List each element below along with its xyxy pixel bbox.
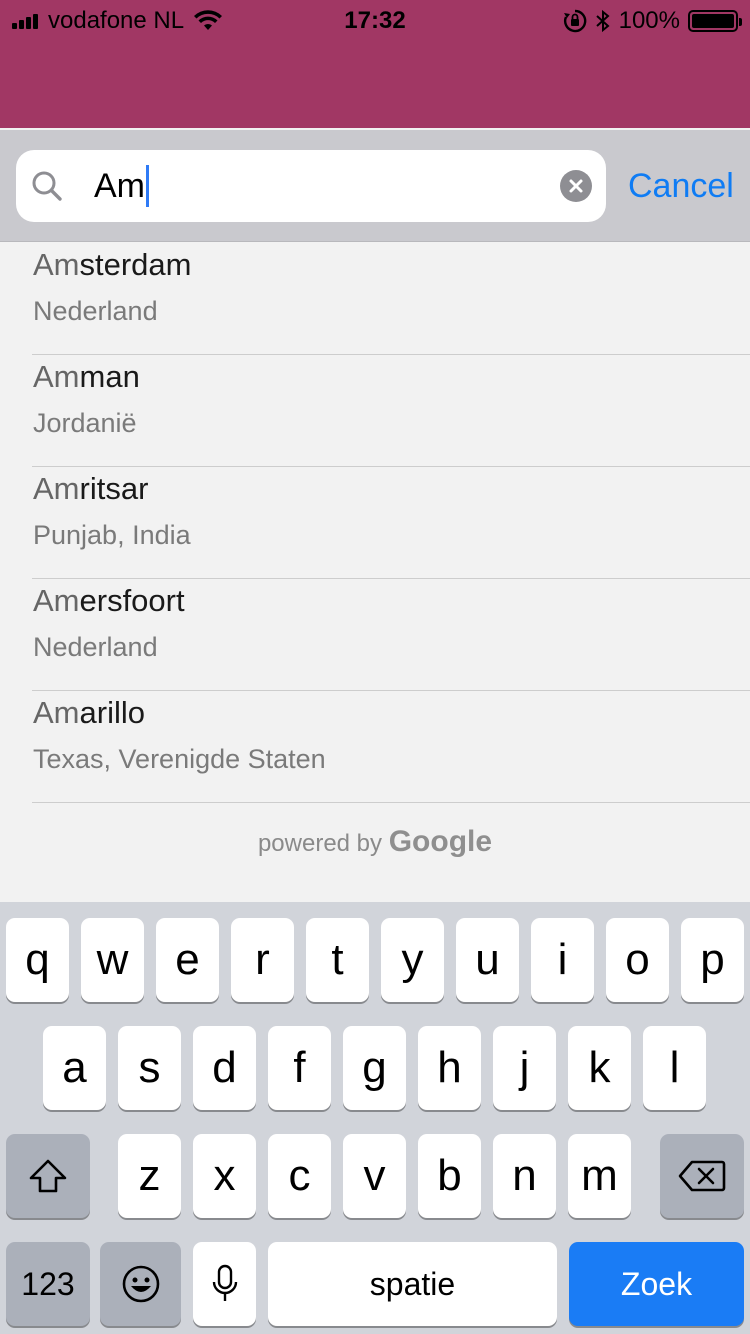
result-subtitle: Texas, Verenigde Staten	[33, 744, 326, 774]
emoji-key[interactable]	[100, 1242, 181, 1326]
key-u[interactable]: u	[456, 918, 519, 1002]
key-w[interactable]: w	[81, 918, 144, 1002]
key-i[interactable]: i	[531, 918, 594, 1002]
dictation-key[interactable]	[193, 1242, 256, 1326]
key-z[interactable]: z	[118, 1134, 181, 1218]
result-subtitle: Nederland	[33, 296, 158, 326]
key-f[interactable]: f	[268, 1026, 331, 1110]
bluetooth-icon	[595, 9, 610, 33]
google-logo: Google	[388, 825, 493, 858]
search-query-text: Am	[94, 167, 145, 205]
backspace-icon	[678, 1160, 726, 1192]
search-return-key[interactable]: Zoek	[569, 1242, 744, 1326]
key-c[interactable]: c	[268, 1134, 331, 1218]
search-icon	[32, 171, 62, 201]
shift-key[interactable]	[6, 1134, 90, 1218]
space-key[interactable]: spatie	[268, 1242, 557, 1326]
key-v[interactable]: v	[343, 1134, 406, 1218]
carrier-label: vodafone NL	[48, 7, 185, 34]
emoji-icon	[122, 1265, 159, 1303]
search-bar: Am Cancel	[0, 130, 750, 242]
result-title: Amsterdam	[33, 247, 192, 282]
wifi-icon	[194, 10, 223, 30]
numbers-key[interactable]: 123	[6, 1242, 90, 1326]
key-r[interactable]: r	[231, 918, 294, 1002]
key-o[interactable]: o	[606, 918, 669, 1002]
result-title: Amersfoort	[33, 583, 185, 618]
results-list: Amsterdam Nederland Amman Jordanië Amrit…	[0, 243, 750, 803]
list-item[interactable]: Amman Jordanië	[32, 355, 750, 467]
key-l[interactable]: l	[643, 1026, 706, 1110]
search-input[interactable]: Am	[16, 150, 606, 222]
result-subtitle: Punjab, India	[33, 520, 191, 550]
result-title: Amman	[33, 359, 140, 394]
key-h[interactable]: h	[418, 1026, 481, 1110]
microphone-icon	[212, 1264, 237, 1301]
key-q[interactable]: q	[6, 918, 69, 1002]
key-t[interactable]: t	[306, 918, 369, 1002]
shift-icon	[29, 1159, 67, 1193]
backspace-key[interactable]	[660, 1134, 744, 1218]
orientation-lock-icon	[563, 9, 586, 33]
key-m[interactable]: m	[568, 1134, 631, 1218]
key-k[interactable]: k	[568, 1026, 631, 1110]
keyboard: q w e r t y u i o p a s d f g h j k l z …	[0, 902, 750, 1334]
clear-icon	[569, 179, 583, 193]
key-y[interactable]: y	[381, 918, 444, 1002]
key-a[interactable]: a	[43, 1026, 106, 1110]
status-bar: vodafone NL 17:32 100%	[0, 0, 750, 42]
google-attribution: powered by Google	[0, 822, 750, 864]
clear-search-button[interactable]	[560, 170, 592, 202]
battery-percent: 100%	[618, 7, 680, 34]
list-item[interactable]: Amersfoort Nederland	[32, 579, 750, 691]
list-item[interactable]: Amsterdam Nederland	[32, 243, 750, 355]
key-p[interactable]: p	[681, 918, 744, 1002]
key-s[interactable]: s	[118, 1026, 181, 1110]
list-item[interactable]: Amarillo Texas, Verenigde Staten	[32, 691, 750, 803]
attribution-prefix: powered by	[257, 830, 383, 857]
key-e[interactable]: e	[156, 918, 219, 1002]
text-cursor	[146, 165, 149, 207]
result-title: Amritsar	[33, 471, 149, 506]
key-n[interactable]: n	[493, 1134, 556, 1218]
cancel-button[interactable]: Cancel	[628, 164, 734, 208]
key-x[interactable]: x	[193, 1134, 256, 1218]
battery-icon	[688, 10, 742, 32]
key-g[interactable]: g	[343, 1026, 406, 1110]
key-b[interactable]: b	[418, 1134, 481, 1218]
key-d[interactable]: d	[193, 1026, 256, 1110]
result-title: Amarillo	[33, 695, 145, 730]
key-j[interactable]: j	[493, 1026, 556, 1110]
signal-icon	[12, 13, 38, 29]
result-subtitle: Nederland	[33, 632, 158, 662]
result-subtitle: Jordanië	[33, 408, 137, 438]
list-item[interactable]: Amritsar Punjab, India	[32, 467, 750, 579]
